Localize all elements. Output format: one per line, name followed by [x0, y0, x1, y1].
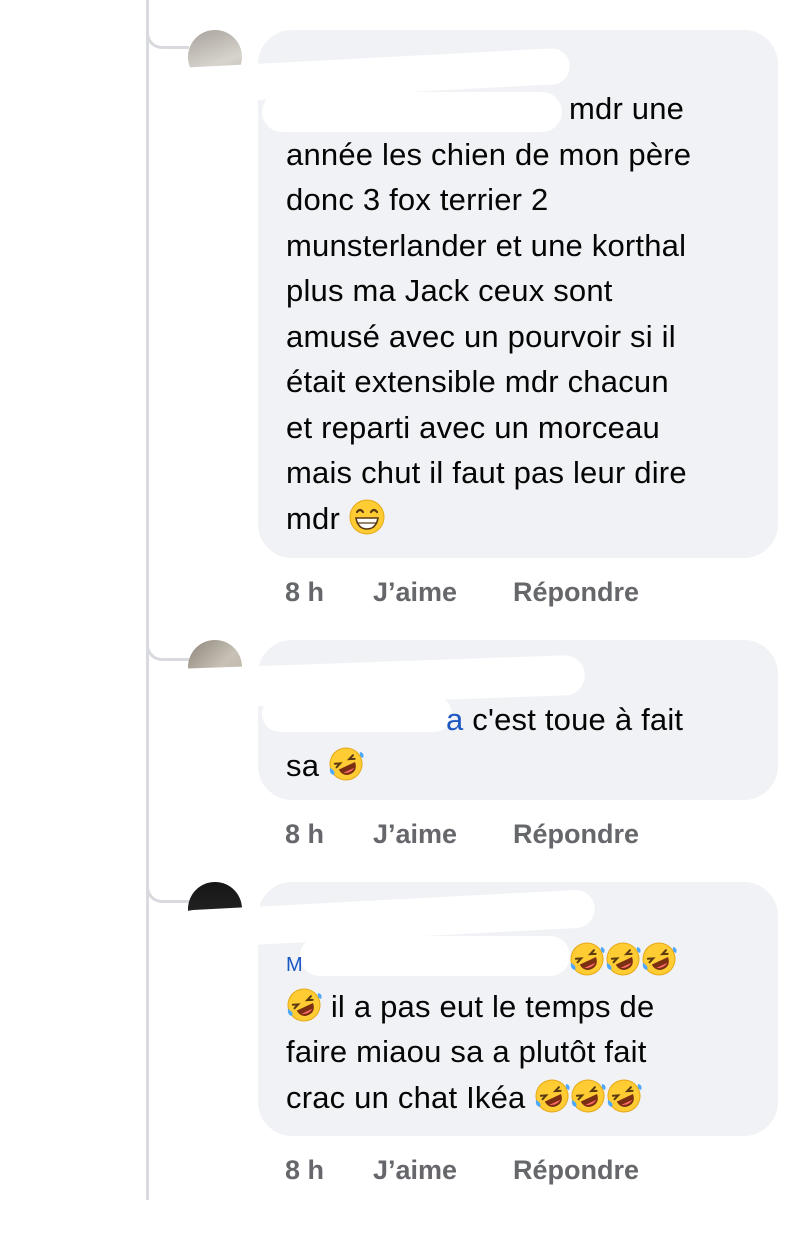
comment-line: mais chut il faut pas leur dire — [286, 455, 687, 490]
comment-line: mdr une — [569, 91, 685, 126]
thread-branch — [146, 30, 189, 49]
comment-line: et reparti avec un morceau — [286, 409, 660, 445]
thread-branch — [146, 642, 189, 661]
comment-line: était extensible mdr chacun — [286, 364, 669, 399]
rolling-on-the-floor-laughing-icon — [571, 1079, 606, 1112]
rolling-on-the-floor-laughing-icon — [642, 942, 677, 976]
timestamp: 8 h — [285, 577, 325, 607]
comment-line: amusé avec un pourvoir si il — [286, 318, 676, 354]
thread-line — [146, 0, 149, 1200]
comment-line: donc 3 fox terrier 2 — [286, 182, 549, 217]
comment-text: M il a pas eut le temps de faire miaou s… — [286, 938, 766, 1257]
comment-actions: 8 h J’aime Répondre — [285, 819, 639, 850]
mention-link[interactable]: M — [286, 954, 303, 976]
comment-line: munsterlander et une korthal — [286, 227, 687, 263]
reply-button[interactable]: Répondre — [513, 819, 639, 850]
timestamp: 8 h — [285, 819, 325, 849]
comment-line: mdr — [286, 496, 385, 542]
rolling-on-the-floor-laughing-icon — [606, 942, 641, 976]
comment-line-text: c'est toue à fait — [472, 702, 684, 737]
comment-line-text: mdr — [286, 500, 340, 536]
reply-button[interactable]: Répondre — [513, 577, 639, 608]
comment-line: année les chien de mon père — [286, 136, 692, 172]
comment-actions: 8 h J’aime Répondre — [285, 577, 639, 608]
comment-line: il a pas eut le temps de — [286, 984, 654, 1030]
comment-line: a c'est toue à fait — [446, 697, 683, 743]
rolling-on-the-floor-laughing-icon — [287, 988, 322, 1021]
rolling-on-the-floor-laughing-icon — [329, 747, 364, 780]
comment-line: plus ma Jack ceux sont — [286, 273, 613, 308]
comment-line-text: sa — [286, 747, 320, 783]
comment-line-text: crac un chat Ikéa — [286, 1079, 526, 1115]
comment-line: faire miaou sa a plutôt fait — [286, 1034, 647, 1069]
comment-line: crac un chat Ikéa — [286, 1075, 642, 1121]
reply-button[interactable]: Répondre — [513, 1155, 639, 1186]
comment-line: sa — [286, 743, 364, 789]
like-button[interactable]: J’aime — [373, 577, 513, 608]
grinning-face-with-smiling-eyes-icon — [349, 499, 385, 534]
comment-actions: 8 h J’aime Répondre — [285, 1155, 639, 1186]
comment-text: a c'est toue à fait sa — [286, 697, 766, 879]
rolling-on-the-floor-laughing-icon — [535, 1079, 570, 1112]
comment-emoji-row — [569, 938, 677, 984]
like-button[interactable]: J’aime — [373, 819, 513, 850]
timestamp: 8 h — [285, 1155, 325, 1185]
thread-branch — [146, 884, 189, 903]
rolling-on-the-floor-laughing-icon — [570, 942, 605, 976]
comment-text: mdr une année les chien de mon père donc… — [286, 86, 766, 632]
rolling-on-the-floor-laughing-icon — [607, 1079, 642, 1112]
comment-line: M — [286, 938, 303, 989]
like-button[interactable]: J’aime — [373, 1155, 513, 1186]
mention-link[interactable]: a — [446, 702, 463, 737]
comment-line-text: il a pas eut le temps de — [330, 988, 655, 1024]
